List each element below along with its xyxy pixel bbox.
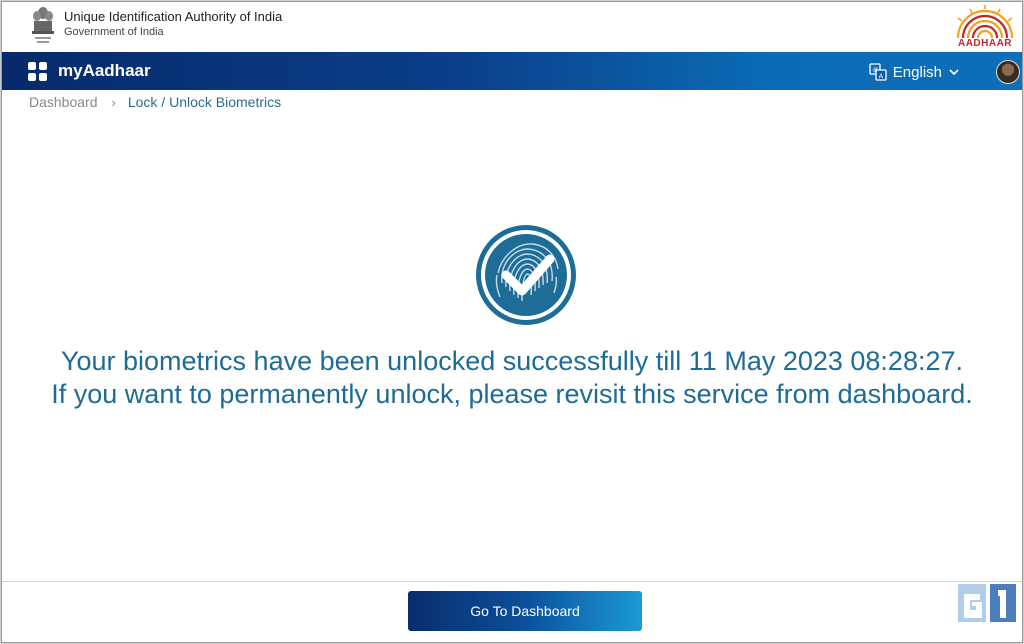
- page-frame: Unique Identification Authority of India…: [1, 1, 1023, 643]
- chevron-down-icon: [949, 69, 959, 76]
- breadcrumb-separator-icon: ›: [111, 94, 116, 110]
- language-selector[interactable]: अ A English: [869, 62, 960, 82]
- svg-text:A: A: [878, 73, 883, 81]
- footer-divider: [2, 581, 1022, 582]
- grid-menu-icon[interactable]: [28, 62, 48, 82]
- top-navbar: myAadhaar अ A English: [2, 52, 1022, 90]
- gov-name: Government of India: [64, 26, 164, 38]
- language-label: English: [892, 63, 942, 81]
- government-header: Unique Identification Authority of India…: [2, 2, 1022, 52]
- watermark-logo: [954, 580, 1022, 642]
- success-message-line-1: Your biometrics have been unlocked succe…: [60, 346, 964, 376]
- aadhaar-logo-text: AADHAAR: [957, 38, 1013, 49]
- breadcrumb-dashboard[interactable]: Dashboard: [29, 94, 98, 110]
- brand-name[interactable]: myAadhaar: [58, 61, 151, 81]
- org-name: Unique Identification Authority of India: [64, 9, 283, 24]
- aadhaar-logo: AADHAAR: [952, 4, 1018, 50]
- user-avatar[interactable]: [996, 60, 1020, 84]
- breadcrumb: Dashboard › Lock / Unlock Biometrics: [29, 94, 281, 110]
- fingerprint-check-icon: [474, 223, 578, 327]
- svg-text:अ: अ: [872, 66, 878, 74]
- translate-icon: अ A: [869, 63, 887, 81]
- breadcrumb-lock-unlock: Lock / Unlock Biometrics: [127, 94, 282, 110]
- national-emblem-icon: [28, 4, 58, 48]
- go-to-dashboard-button[interactable]: Go To Dashboard: [408, 591, 642, 631]
- success-message-line-2: If you want to permanently unlock, pleas…: [51, 379, 973, 409]
- success-message: Your biometrics have been unlocked succe…: [2, 345, 1022, 411]
